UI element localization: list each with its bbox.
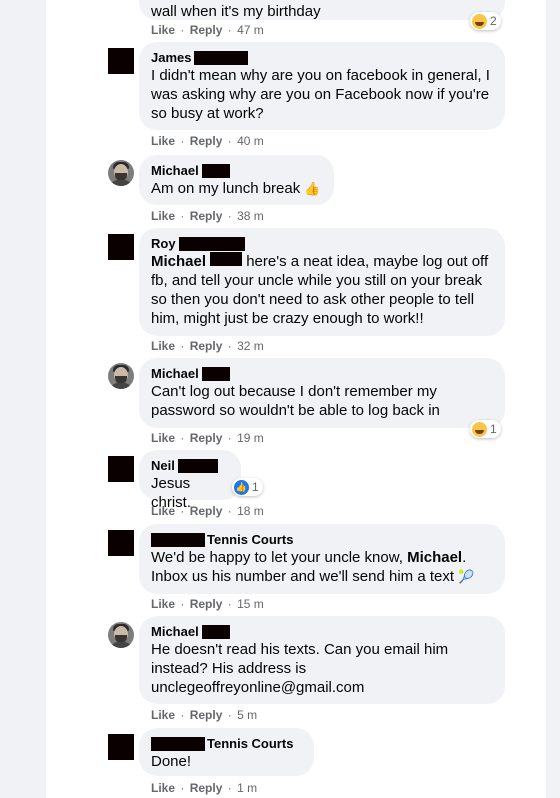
reaction-count: 1	[252, 480, 259, 494]
comment-text: wall when it's my birthday	[151, 3, 321, 20]
comment-actions: Like · Reply · 47 m	[151, 23, 264, 37]
comment-text: Done!	[151, 753, 192, 770]
like-button[interactable]: Like	[151, 708, 175, 722]
reply-button[interactable]: Reply	[190, 504, 223, 518]
reply-button[interactable]: Reply	[190, 23, 223, 37]
comment-author[interactable]: Michael	[151, 624, 493, 640]
like-button[interactable]: Like	[151, 431, 175, 445]
avatar[interactable]	[108, 363, 134, 389]
reply-button[interactable]: Reply	[190, 597, 223, 611]
timestamp[interactable]: 40 m	[237, 134, 264, 148]
comment-bubble: James I didn't mean why are you on faceb…	[139, 42, 505, 130]
comment-actions: Like · Reply · 5 m	[151, 708, 258, 722]
reaction-count: 2	[490, 14, 497, 28]
comment-author[interactable]: Michael	[151, 366, 493, 382]
comment-author[interactable]: Michael	[151, 163, 322, 179]
comment-bubble: Tennis Courts Done!	[139, 728, 314, 776]
redaction-bar	[151, 533, 205, 547]
mention-link[interactable]: Michael	[151, 253, 206, 270]
comment-bubble: Michael Can't log out because I don't re…	[139, 358, 505, 428]
like-button[interactable]: Like	[151, 134, 175, 148]
comment-bubble: Tennis Courts We'd be happy to let your …	[139, 524, 505, 594]
mention-link[interactable]: Michael	[407, 549, 462, 566]
comment-bubble: Neil Jesus christ.	[139, 450, 241, 511]
redaction-bar	[201, 367, 230, 381]
redaction-bar	[194, 51, 249, 65]
redaction-bar	[201, 625, 230, 639]
comment-bubble: Michael He doesn't read his texts. Can y…	[139, 616, 505, 704]
timestamp[interactable]: 47 m	[237, 23, 264, 37]
comment-actions: Like · Reply · 18 m	[151, 504, 264, 518]
comment-author[interactable]: Roy	[151, 236, 493, 252]
comment-text: Am on my lunch break 👍	[151, 180, 321, 197]
reply-button[interactable]: Reply	[190, 431, 223, 445]
like-button[interactable]: Like	[151, 781, 175, 795]
like-button[interactable]: Like	[151, 23, 175, 37]
comment-author[interactable]: Tennis Courts	[151, 532, 493, 548]
comment-text: He doesn't read his texts. Can you email…	[151, 641, 449, 696]
avatar[interactable]	[108, 456, 134, 482]
comment-bubble: wall when it's my birthday	[139, 0, 505, 20]
reaction-count: 1	[490, 422, 497, 436]
reply-button[interactable]: Reply	[190, 134, 223, 148]
reply-button[interactable]: Reply	[190, 708, 223, 722]
like-button[interactable]: Like	[151, 339, 175, 353]
timestamp[interactable]: 32 m	[237, 339, 264, 353]
avatar[interactable]	[108, 530, 134, 556]
timestamp[interactable]: 18 m	[237, 504, 264, 518]
comment-text: Can't log out because I don't remember m…	[151, 383, 440, 419]
redaction-bar	[177, 459, 218, 473]
like-button[interactable]: Like	[151, 209, 175, 223]
comment-actions: Like · Reply · 19 m	[151, 431, 264, 445]
redaction-bar	[210, 252, 243, 266]
timestamp[interactable]: 1 m	[237, 781, 257, 795]
avatar[interactable]	[108, 622, 134, 648]
haha-reaction-icon	[472, 13, 487, 29]
timestamp[interactable]: 38 m	[237, 209, 264, 223]
avatar[interactable]	[108, 48, 134, 74]
like-reaction-icon: 👍	[234, 479, 249, 495]
haha-reaction-icon	[472, 421, 487, 437]
reply-button[interactable]: Reply	[190, 209, 223, 223]
tennis-racket-icon: 🎾	[458, 569, 475, 584]
comment-actions: Like · Reply · 38 m	[151, 209, 264, 223]
reaction-badge[interactable]: 1	[470, 420, 501, 438]
comment-text: Michael here's a neat idea, maybe log ou…	[151, 252, 489, 327]
like-button[interactable]: Like	[151, 597, 175, 611]
timestamp[interactable]: 19 m	[237, 431, 264, 445]
redaction-bar	[201, 164, 230, 178]
comment-author[interactable]: Tennis Courts	[151, 736, 302, 752]
comment-actions: Like · Reply · 40 m	[151, 134, 264, 148]
redaction-bar	[151, 737, 205, 751]
avatar[interactable]	[108, 734, 134, 760]
comment-actions: Like · Reply · 32 m	[151, 339, 264, 353]
comment-author[interactable]: James	[151, 50, 493, 66]
like-button[interactable]: Like	[151, 504, 175, 518]
avatar[interactable]	[108, 234, 134, 260]
comment-bubble: Michael Am on my lunch break 👍	[139, 155, 334, 205]
comment-text: I didn't mean why are you on facebook in…	[151, 67, 490, 122]
redaction-bar	[178, 237, 245, 251]
timestamp[interactable]: 15 m	[237, 597, 264, 611]
timestamp[interactable]: 5 m	[237, 708, 257, 722]
comment-bubble: Roy Michael here's a neat idea, maybe lo…	[139, 228, 505, 336]
comment-actions: Like · Reply · 15 m	[151, 597, 264, 611]
reply-button[interactable]: Reply	[190, 781, 223, 795]
comment-author[interactable]: Neil	[151, 458, 229, 474]
scrollbar-track[interactable]	[546, 0, 560, 798]
avatar[interactable]	[108, 160, 134, 186]
comment-text: We'd be happy to let your uncle know, Mi…	[151, 549, 475, 585]
reaction-badge[interactable]: 👍 1	[232, 478, 263, 496]
comment-actions: Like · Reply · 1 m	[151, 781, 258, 795]
thumbs-up-icon: 👍	[304, 181, 321, 196]
reply-button[interactable]: Reply	[190, 339, 223, 353]
reaction-badge[interactable]: 2	[470, 12, 501, 30]
